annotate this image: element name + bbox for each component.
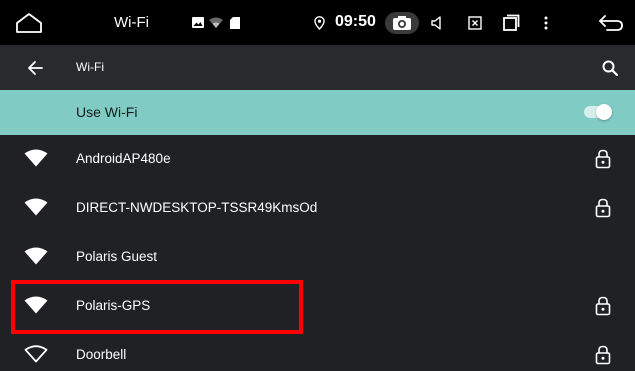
lock-icon — [594, 296, 612, 316]
app-bar: Wi-Fi — [0, 45, 635, 90]
close-box-icon[interactable] — [467, 0, 483, 45]
network-item[interactable]: Doorbell — [0, 331, 635, 371]
toggle-thumb — [596, 104, 612, 120]
status-bar-title: Wi-Fi — [114, 14, 149, 31]
wifi-outline-icon — [24, 345, 48, 363]
lock-icon — [594, 198, 612, 218]
use-wifi-row[interactable]: Use Wi-Fi — [0, 90, 635, 135]
lock-icon — [594, 149, 612, 169]
wifi-settings-screen: Wi-Fi 09:50 Wi-Fi Use Wi-Fi AndroidAP480… — [0, 0, 635, 371]
network-item[interactable]: AndroidAP480e — [0, 135, 635, 184]
lock-icon — [594, 345, 612, 365]
camera-icon[interactable] — [384, 0, 420, 45]
wifi-weak-icon — [208, 0, 224, 45]
location-icon — [312, 0, 326, 45]
wifi-filled-icon — [24, 198, 48, 216]
search-icon[interactable] — [600, 45, 620, 90]
image-icon — [191, 0, 205, 45]
volume-icon[interactable] — [429, 0, 445, 45]
sd-card-icon — [229, 0, 241, 45]
back-arrow-icon[interactable] — [24, 45, 46, 90]
back-return-icon[interactable] — [596, 0, 626, 45]
home-outline-icon[interactable] — [14, 0, 44, 45]
network-item-highlighted[interactable]: Polaris-GPS — [0, 282, 635, 331]
network-list: AndroidAP480e DIRECT-NWDESKTOP-TSSR49Kms… — [0, 135, 635, 371]
network-name: DIRECT-NWDESKTOP-TSSR49KmsOd — [76, 200, 318, 215]
network-name: Polaris-GPS — [76, 298, 151, 313]
network-item[interactable]: Polaris Guest — [0, 233, 635, 282]
status-bar: Wi-Fi 09:50 — [0, 0, 635, 45]
network-name: Doorbell — [76, 347, 127, 362]
network-name: Polaris Guest — [76, 249, 158, 264]
use-wifi-label: Use Wi-Fi — [76, 104, 138, 120]
network-item[interactable]: DIRECT-NWDESKTOP-TSSR49KmsOd — [0, 184, 635, 233]
more-vert-icon[interactable] — [541, 0, 551, 45]
use-wifi-toggle[interactable] — [584, 104, 612, 120]
network-name: AndroidAP480e — [76, 151, 171, 166]
wifi-filled-icon — [24, 149, 48, 167]
wifi-filled-icon — [24, 247, 48, 265]
recents-icon[interactable] — [502, 0, 520, 45]
wifi-filled-icon — [24, 296, 48, 314]
page-title: Wi-Fi — [76, 60, 104, 74]
status-bar-clock: 09:50 — [335, 13, 376, 30]
